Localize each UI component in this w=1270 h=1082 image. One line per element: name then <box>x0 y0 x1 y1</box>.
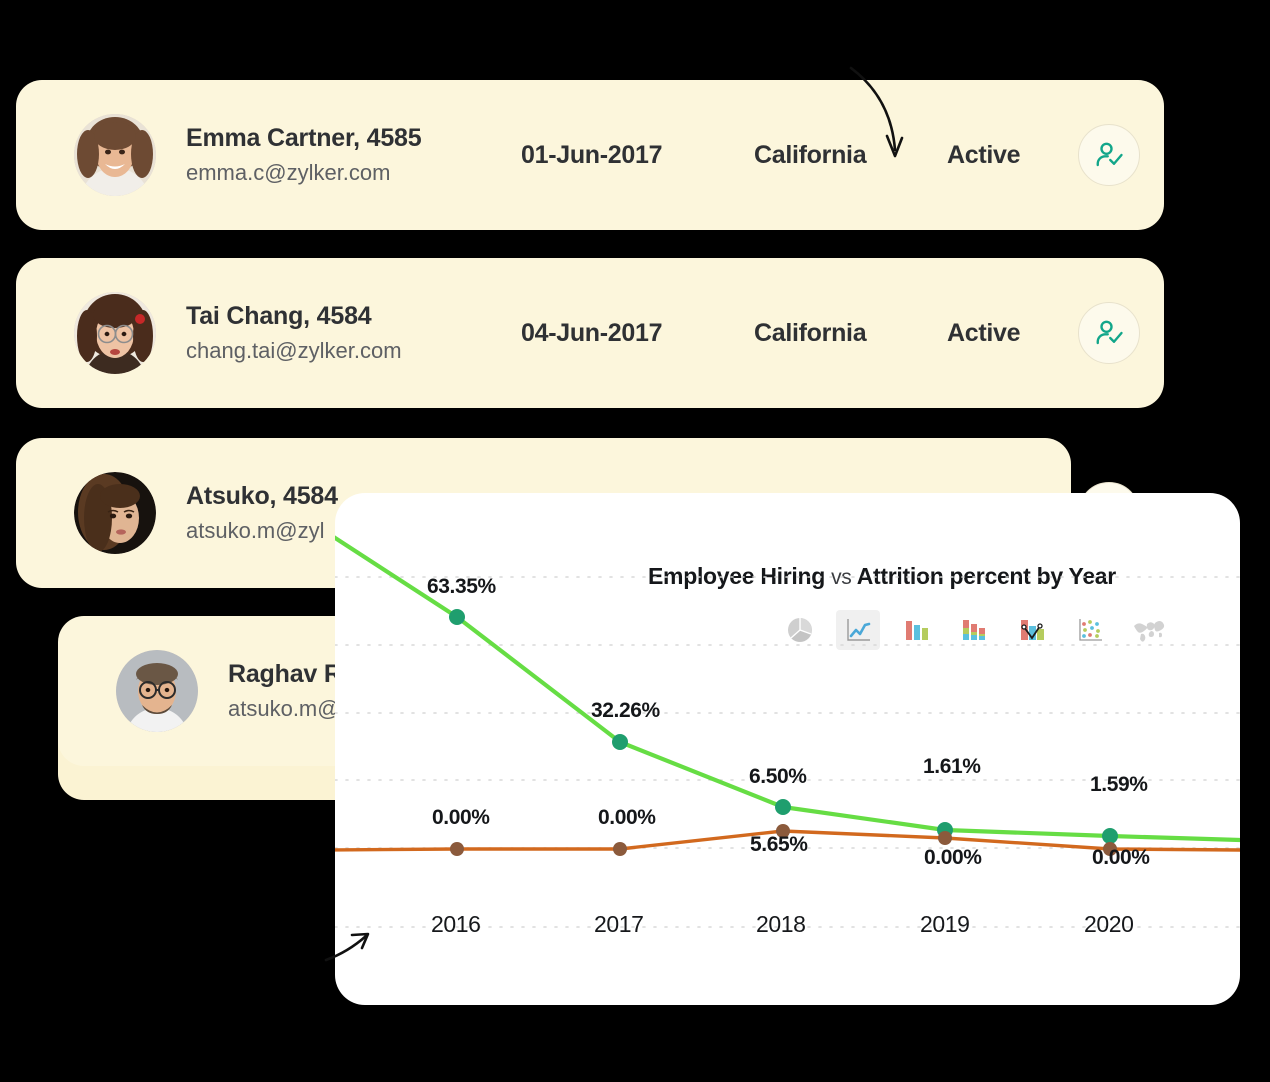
user-check-icon <box>1096 320 1123 345</box>
user-check-icon <box>1096 142 1123 167</box>
attrition-data-label: 0.00% <box>598 806 656 829</box>
attrition-data-label: 0.00% <box>924 846 982 869</box>
hiring-data-label: 1.59% <box>1090 773 1148 796</box>
page-root: Emma Cartner, 4585 emma.c@zylker.com 01-… <box>0 0 1270 1082</box>
avatar <box>74 114 156 196</box>
attrition-data-label: 0.00% <box>1092 846 1150 869</box>
attrition-data-label: 5.65% <box>750 833 808 856</box>
x-axis-label-2019: 2019 <box>920 911 970 937</box>
employee-card-emma-cartner[interactable]: Emma Cartner, 4585 emma.c@zylker.com 01-… <box>16 80 1164 230</box>
annotation-arrow-top <box>845 62 925 177</box>
x-axis-label-2020: 2020 <box>1084 911 1134 937</box>
annotation-arrow-bottom <box>322 912 392 977</box>
employee-card-tai-chang[interactable]: Tai Chang, 4584 chang.tai@zylker.com 04-… <box>16 258 1164 408</box>
employee-identity: Emma Cartner, 4585 emma.c@zylker.com <box>186 124 486 186</box>
x-axis-label-2017: 2017 <box>594 911 644 937</box>
employee-name: Emma Cartner, 4585 <box>186 124 422 152</box>
user-check-icon-button[interactable] <box>1078 124 1140 186</box>
employee-status: Active <box>947 318 1021 347</box>
employee-status: Active <box>947 140 1021 169</box>
chart-panel: Employee Hiring vs Attrition percent by … <box>335 493 1240 1005</box>
avatar <box>116 650 198 732</box>
employee-email: emma.c@zylker.com <box>186 160 391 185</box>
avatar <box>74 292 156 374</box>
x-axis-label-2018: 2018 <box>756 911 806 937</box>
hiring-data-label: 6.50% <box>749 765 807 788</box>
employee-date: 01-Jun-2017 <box>521 140 663 169</box>
hiring-data-label: 32.26% <box>591 699 660 722</box>
employee-name: Tai Chang, 4584 <box>186 302 372 330</box>
hiring-data-label: 63.35% <box>427 575 496 598</box>
hiring-data-label: 1.61% <box>923 755 981 778</box>
employee-date: 04-Jun-2017 <box>521 318 663 347</box>
employee-identity: Tai Chang, 4584 chang.tai@zylker.com <box>186 302 486 364</box>
attrition-data-label: 0.00% <box>432 806 490 829</box>
avatar <box>74 472 156 554</box>
user-check-icon-button[interactable] <box>1078 302 1140 364</box>
x-axis-label-2016: 2016 <box>431 911 481 937</box>
employee-email: chang.tai@zylker.com <box>186 338 402 363</box>
employee-location: California <box>754 318 867 347</box>
